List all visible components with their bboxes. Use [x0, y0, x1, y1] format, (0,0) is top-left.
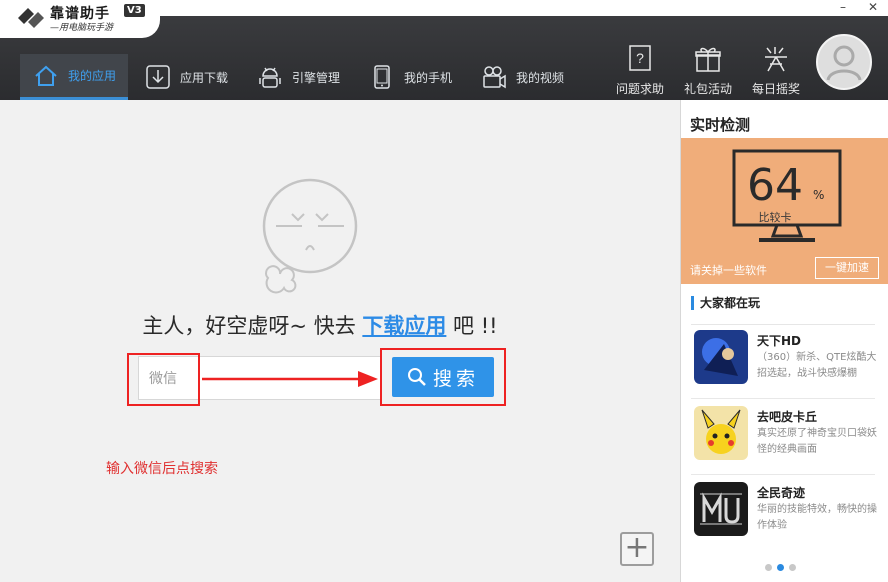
carousel-dots — [765, 564, 796, 571]
game-desc: （360）新杀、QTE炫酷大招选起，战斗快感爆棚 — [757, 352, 877, 379]
lottery-icon — [765, 47, 787, 72]
score-label: 比较卡 — [758, 211, 792, 224]
nav-label: 我的应用 — [68, 69, 117, 83]
game-desc: 华丽的技能特效，畅快的操作体验 — [757, 504, 877, 531]
version-badge: V3 — [124, 4, 145, 17]
logo-icon — [18, 8, 44, 28]
user-avatar[interactable] — [816, 34, 872, 90]
game-item[interactable]: 去吧皮卡丘 真实还原了神奇宝贝口袋妖怪的经典画面 — [691, 406, 879, 472]
game-icon-mu — [694, 482, 748, 536]
game-icon-tianxia — [694, 330, 748, 384]
nav-help[interactable]: ? 问题求助 — [610, 44, 670, 97]
game-name: 全民奇迹 — [757, 486, 806, 500]
close-button[interactable]: ✕ — [858, 0, 888, 16]
nav-my-video[interactable]: 我的视频 — [468, 54, 576, 100]
game-name: 天下HD — [757, 334, 802, 348]
gift-icon — [695, 47, 721, 72]
app-slogan: —用电脑玩手游 — [50, 23, 114, 33]
video-icon — [483, 66, 506, 89]
nav-label: 我的手机 — [404, 70, 453, 85]
game-item[interactable]: 全民奇迹 华丽的技能特效，畅快的操作体验 — [691, 482, 879, 548]
window-controls: – ✕ — [828, 0, 888, 16]
performance-score: 64 — [747, 160, 803, 211]
nav-label: 引擎管理 — [292, 70, 341, 85]
nav-gift-label: 礼包活动 — [683, 82, 732, 96]
empty-message-suffix: 吧 !! — [446, 314, 498, 338]
annotation-box-button — [380, 348, 506, 406]
minimize-button[interactable]: – — [828, 0, 858, 16]
nav-label: 我的视频 — [516, 70, 565, 85]
divider — [691, 474, 875, 475]
android-icon — [259, 67, 281, 88]
empty-face-icon — [262, 178, 358, 294]
realtime-title: 实时检测 — [690, 116, 751, 134]
carousel-dot[interactable] — [765, 564, 772, 571]
nav-app-download[interactable]: 应用下载 — [132, 54, 240, 100]
close-software-hint: 请关掉一些软件 — [690, 264, 767, 277]
game-desc: 真实还原了神奇宝贝口袋妖怪的经典画面 — [757, 428, 877, 455]
empty-message: 主人，好空虚呀~ 快去 下载应用 吧 !! — [0, 310, 640, 340]
game-icon-pikachu — [694, 406, 748, 460]
svg-text:?: ? — [636, 50, 644, 66]
popular-games-title: 大家都在玩 — [691, 296, 760, 310]
annotation-text: 输入微信后点搜索 — [106, 461, 218, 477]
nav-engine-manage[interactable]: 引擎管理 — [244, 54, 352, 100]
game-name: 去吧皮卡丘 — [757, 410, 818, 424]
empty-message-prefix: 主人，好空虚呀~ 快去 — [142, 314, 363, 338]
performance-monitor: 64 % 比较卡 请关掉一些软件 一键加速 — [681, 138, 888, 284]
game-item[interactable]: 天下HD （360）新杀、QTE炫酷大招选起，战斗快感爆棚 — [691, 330, 879, 396]
right-panel: 实时检测 64 % 比较卡 请关掉一些软件 一键加速 大家都在玩 天下HD （3… — [680, 100, 888, 582]
nav-gift[interactable]: 礼包活动 — [678, 44, 738, 97]
speed-up-button[interactable]: 一键加速 — [815, 257, 879, 279]
carousel-dot[interactable] — [789, 564, 796, 571]
nav-label: 应用下载 — [180, 70, 229, 85]
score-percent: % — [813, 188, 825, 202]
main-content: 主人，好空虚呀~ 快去 下载应用 吧 !! 搜索 输入微信后点搜索 + — [0, 100, 680, 582]
annotation-box-input — [127, 353, 200, 406]
add-button[interactable]: + — [620, 532, 654, 566]
nav-lottery[interactable]: 每日摇奖 — [746, 44, 806, 97]
download-apps-link[interactable]: 下载应用 — [362, 314, 446, 338]
help-icon: ? — [629, 45, 651, 71]
download-icon — [146, 65, 170, 89]
carousel-dot-active[interactable] — [777, 564, 784, 571]
phone-icon — [374, 65, 390, 89]
home-icon — [35, 65, 57, 86]
user-icon — [826, 45, 862, 81]
nav-my-phone[interactable]: 我的手机 — [356, 54, 464, 100]
nav-lottery-label: 每日摇奖 — [751, 82, 800, 96]
annotation-arrow-icon — [202, 371, 378, 387]
nav-help-label: 问题求助 — [615, 82, 664, 96]
divider — [691, 324, 875, 325]
divider — [691, 398, 875, 399]
app-logo: 靠谱助手 V3 —用电脑玩手游 — [0, 0, 160, 38]
nav-my-apps[interactable]: 我的应用 — [20, 54, 128, 100]
